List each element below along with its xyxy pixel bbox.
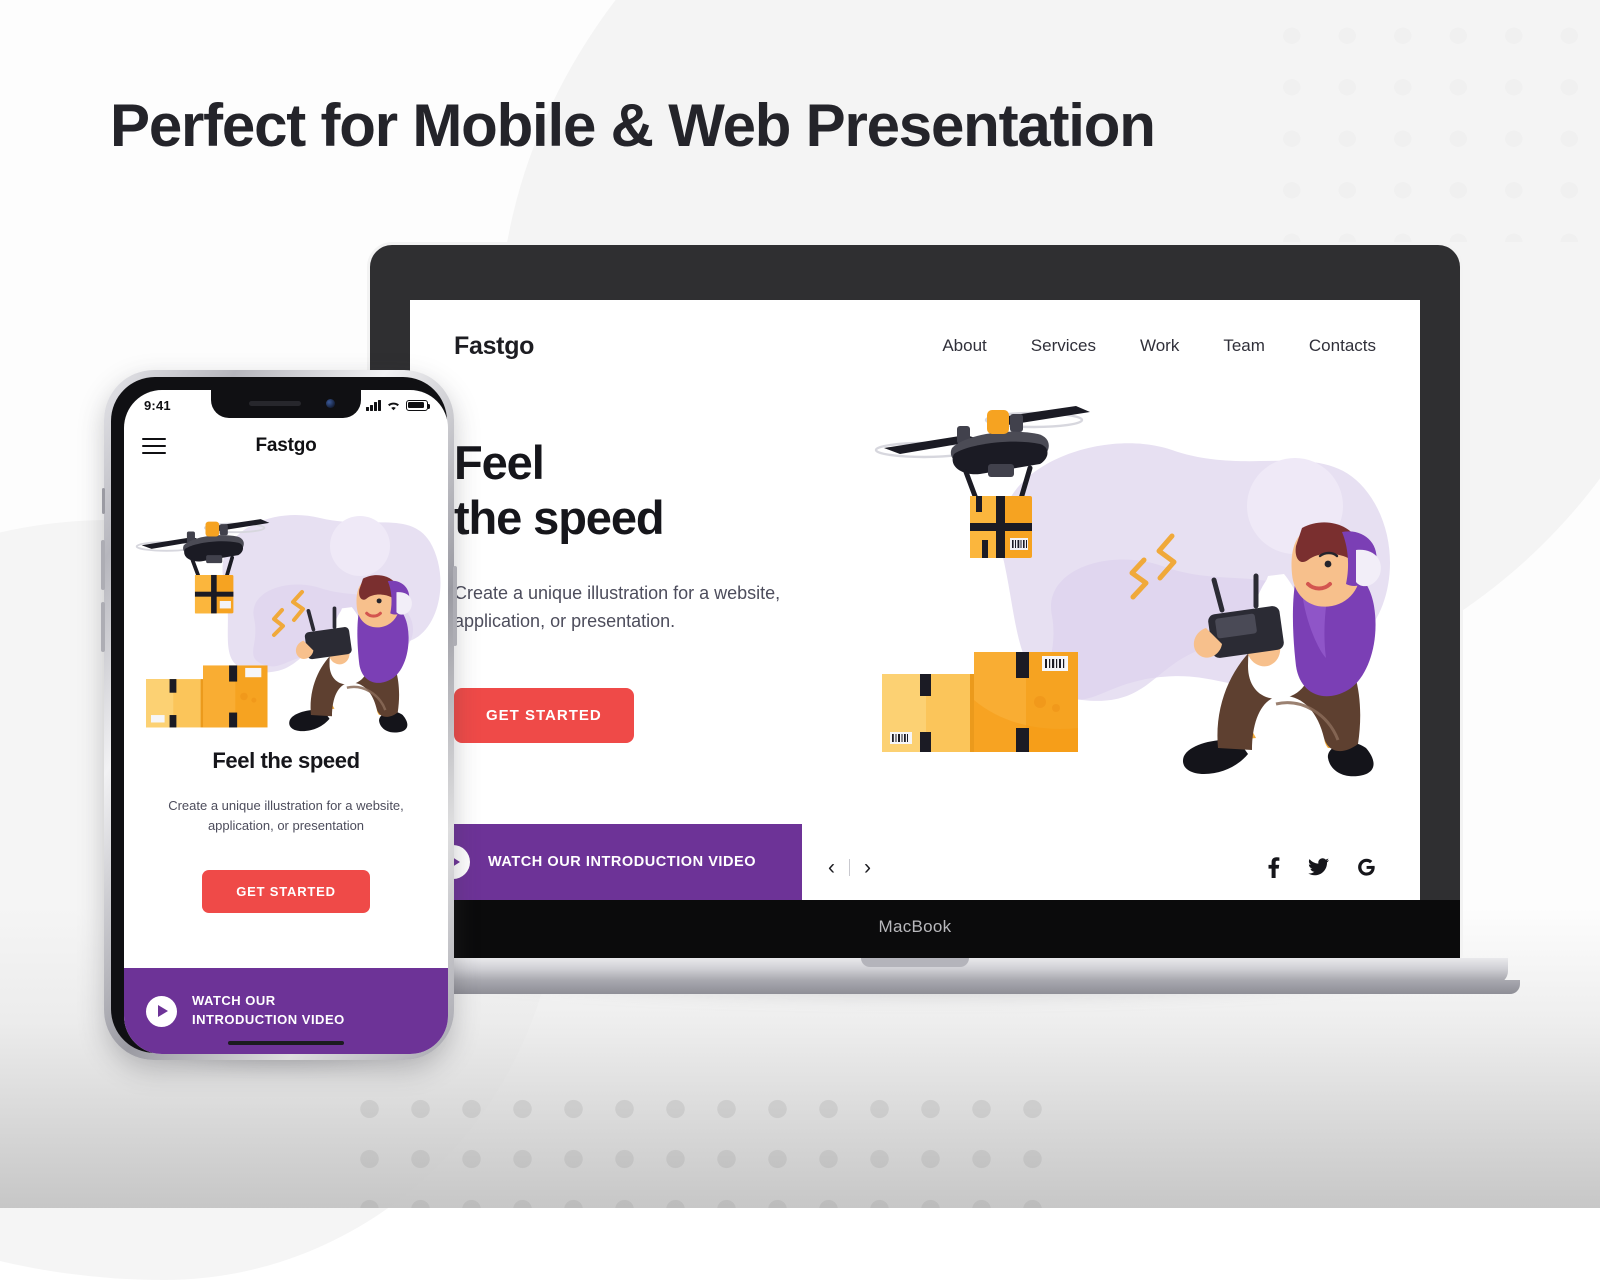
get-started-button[interactable]: GET STARTED (454, 687, 634, 743)
page-title: Perfect for Mobile & Web Presentation (110, 92, 1156, 159)
twitter-icon[interactable] (1308, 858, 1329, 876)
iphone-inner-bezel: 9:41 Fastgo Feel the speed Create a uniq… (111, 377, 448, 1054)
phone-hero-section: Feel the speed Create a unique illustrat… (124, 748, 448, 914)
dot-pattern-bottom-left (330, 1078, 1070, 1208)
app-title: Fastgo (255, 435, 317, 456)
phone-get-started-button[interactable]: GET STARTED (202, 870, 370, 914)
watch-video-bar[interactable]: WATCH OUR INTRODUCTION VIDEO (410, 824, 802, 900)
earpiece-speaker (249, 401, 301, 406)
macbook-device: Fastgo About Services Work Team Contacts (310, 245, 1520, 1035)
website-viewport: Fastgo About Services Work Team Contacts (410, 300, 1420, 900)
hero-section: Feel the speed Create a unique illustrat… (454, 435, 884, 743)
hero-title-line-2: the speed (454, 491, 665, 545)
wifi-icon (388, 402, 399, 410)
status-icons (366, 399, 431, 411)
phone-hero-subtitle: Create a unique illustration for a websi… (168, 798, 404, 834)
nav-item-contacts[interactable]: Contacts (1309, 336, 1376, 356)
google-icon[interactable] (1357, 858, 1376, 877)
volume-up-button[interactable] (101, 540, 105, 590)
front-camera-icon (326, 399, 335, 408)
nav-item-services[interactable]: Services (1031, 336, 1096, 356)
hamburger-menu-icon[interactable] (142, 433, 166, 459)
play-icon (146, 995, 177, 1027)
macbook-base-notch (861, 958, 969, 967)
hero-illustration (874, 406, 1390, 777)
macbook-lid: Fastgo About Services Work Team Contacts (370, 245, 1460, 960)
phone-watch-video-line-1: WATCH OUR (192, 993, 276, 1009)
nav-item-team[interactable]: Team (1223, 336, 1265, 356)
iphone-screen: 9:41 Fastgo Feel the speed Create a uniq… (124, 390, 448, 1054)
macbook-foot (310, 980, 1520, 994)
phone-watch-video-label: WATCH OUR INTRODUCTION VIDEO (192, 992, 345, 1030)
site-logo[interactable]: Fastgo (454, 332, 534, 361)
phone-hero-title: Feel the speed (212, 748, 360, 773)
power-button[interactable] (453, 566, 457, 646)
dot-pattern-top-right (1258, 2, 1600, 242)
cellular-signal-icon (366, 399, 381, 411)
phone-hero-illustration (135, 514, 441, 733)
iphone-frame: 9:41 Fastgo Feel the speed Create a uniq… (101, 370, 457, 1060)
chevron-right-icon[interactable]: › (864, 857, 871, 878)
iphone-app-header: Fastgo (124, 424, 448, 468)
macbook-screen: Fastgo About Services Work Team Contacts (410, 300, 1420, 900)
status-time: 9:41 (144, 397, 171, 413)
silent-switch[interactable] (102, 488, 105, 514)
hero-title-line-1: Feel (454, 436, 545, 489)
poster-stage: Perfect for Mobile & Web Presentation Fa… (0, 0, 1600, 1280)
facebook-icon[interactable] (1267, 856, 1280, 878)
nav-item-work[interactable]: Work (1140, 336, 1179, 356)
hero-subtitle: Create a unique illustration for a websi… (454, 582, 781, 631)
watch-video-label: WATCH OUR INTRODUCTION VIDEO (488, 854, 757, 870)
iphone-notch (211, 390, 361, 418)
volume-down-button[interactable] (101, 602, 105, 652)
battery-icon (406, 399, 431, 411)
social-links (1267, 856, 1376, 878)
carousel-divider (849, 859, 850, 876)
site-nav-menu: About Services Work Team Contacts (942, 336, 1376, 356)
nav-item-about[interactable]: About (942, 336, 986, 356)
chevron-left-icon[interactable]: ‹ (828, 857, 835, 878)
carousel-controls: ‹ › (828, 857, 871, 878)
phone-watch-video-line-2: INTRODUCTION VIDEO (192, 1012, 345, 1027)
hero-title: Feel the speed (454, 435, 884, 546)
iphone-device: 9:41 Fastgo Feel the speed Create a uniq… (101, 370, 457, 1072)
home-indicator[interactable] (228, 1040, 344, 1045)
macbook-brand-label: MacBook (878, 917, 952, 936)
